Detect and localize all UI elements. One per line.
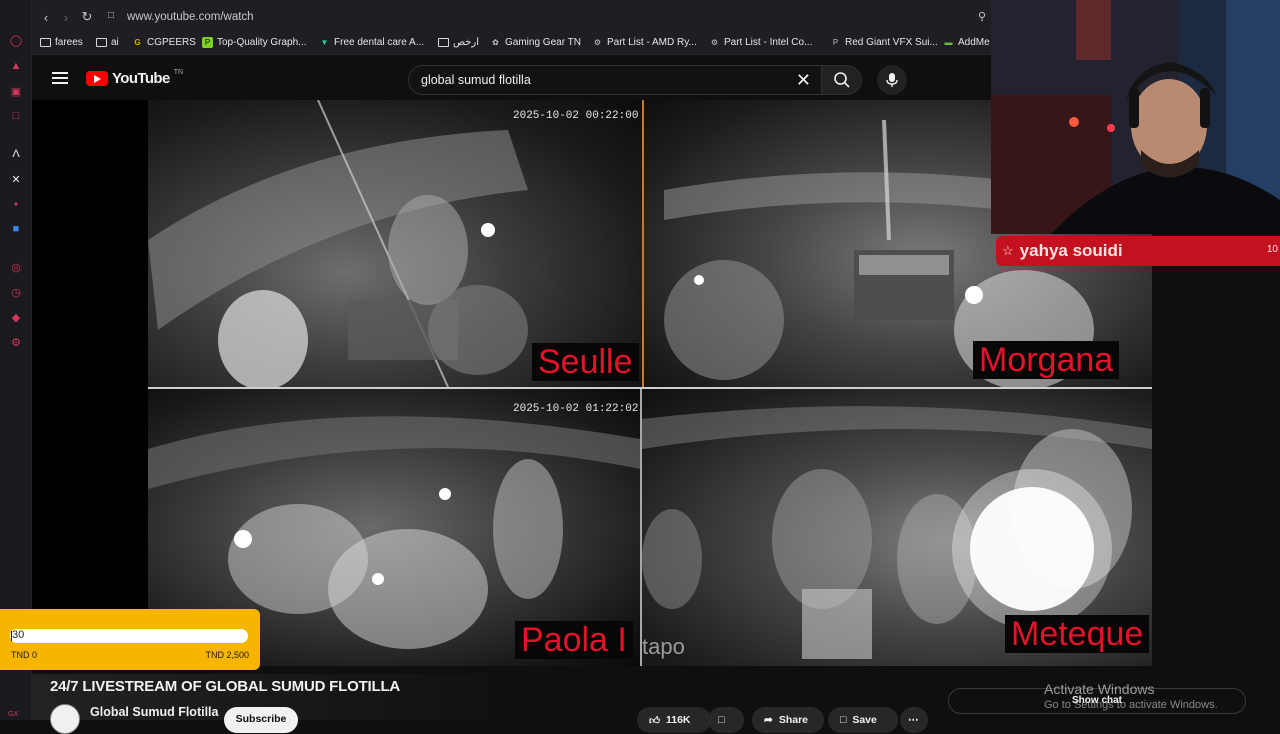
- youtube-header: YouTube TN global sumud flotilla ✕: [32, 56, 992, 100]
- subscribe-button[interactable]: Subscribe: [224, 707, 298, 733]
- video-player[interactable]: 2025-10-02 00:22:00 Seulle Morgana 2025-…: [32, 100, 1152, 666]
- save-button[interactable]: □ Save: [828, 707, 898, 733]
- search-input[interactable]: global sumud flotilla ✕: [408, 65, 822, 95]
- bookmark-arkhas[interactable]: ارخص: [438, 37, 479, 48]
- channel-name[interactable]: Global Sumud Flotilla: [90, 705, 218, 719]
- lock-icon: □: [108, 10, 115, 21]
- bookmark-top-quality[interactable]: P Top-Quality Graph...: [202, 37, 306, 48]
- streamer-webcam: [991, 0, 1280, 234]
- bookmark-cgpeers[interactable]: G CGPEERS: [132, 37, 196, 48]
- donation-goal-value: 30: [12, 629, 25, 641]
- green-site-icon: P: [202, 37, 213, 48]
- thumbs-down-icon: □: [718, 714, 725, 726]
- more-icon: ⋯: [908, 714, 919, 726]
- address-bar[interactable]: www.youtube.com/watch: [127, 11, 254, 23]
- microphone-icon: [886, 73, 898, 87]
- share-button[interactable]: ➦ Share: [752, 707, 824, 733]
- messenger-icon[interactable]: □: [8, 108, 24, 124]
- trophy-icon: ☆: [1002, 243, 1014, 258]
- folder-icon: [40, 38, 51, 47]
- reload-button[interactable]: ↻: [79, 9, 95, 25]
- letterbox-left: [32, 100, 148, 666]
- aria-icon[interactable]: ▲: [8, 58, 24, 74]
- games-icon[interactable]: ▣: [8, 83, 24, 99]
- bookmark-dental[interactable]: ▼ Free dental care A...: [319, 37, 425, 48]
- music-icon[interactable]: ◎: [8, 259, 24, 275]
- settings-icon[interactable]: ⚙: [8, 334, 24, 350]
- extensions-icon[interactable]: ◆: [8, 309, 24, 325]
- voice-search-button[interactable]: [877, 65, 907, 95]
- streamer-name-banner: ☆ yahya souidi 10: [996, 236, 1280, 266]
- boat-label-morgana: Morgana: [973, 341, 1120, 379]
- save-icon: □: [840, 714, 847, 726]
- back-button[interactable]: ‹: [38, 9, 54, 25]
- history-icon[interactable]: ◷: [8, 284, 24, 300]
- search-icon: [833, 72, 850, 88]
- menu-icon[interactable]: [52, 72, 68, 84]
- gear-site-icon: ✿: [492, 38, 499, 47]
- webcam-scene: [991, 0, 1280, 234]
- gx-logo-icon: GX: [8, 711, 19, 718]
- camera-timestamp: 2025-10-02 01:22:02: [513, 403, 639, 415]
- youtube-play-icon: [86, 71, 108, 86]
- p-icon: P: [832, 38, 839, 47]
- share-icon: ➦: [764, 714, 773, 726]
- bookmark-addme[interactable]: ▬ AddMe: [943, 37, 990, 48]
- camera-feed-seulle: 2025-10-02 00:22:00 Seulle: [148, 100, 642, 387]
- video-title: 24/7 LIVESTREAM OF GLOBAL SUMUD FLOTILLA: [50, 678, 401, 695]
- app-a-icon[interactable]: Λ: [8, 146, 24, 162]
- ublock-icon[interactable]: ●: [8, 196, 24, 212]
- addme-icon: ▬: [944, 38, 953, 47]
- teal-v-icon: ▼: [320, 38, 329, 47]
- donation-goal-max: TND 2,500: [205, 650, 249, 660]
- camera-feed-meteque: tapo Meteque: [642, 389, 1152, 666]
- folder-icon: [438, 38, 449, 47]
- folder-icon: [96, 38, 107, 47]
- more-actions-button[interactable]: ⋯: [900, 707, 928, 733]
- clear-search-icon[interactable]: ✕: [796, 70, 811, 91]
- youtube-logo[interactable]: YouTube TN: [86, 69, 183, 87]
- dislike-button[interactable]: □: [708, 707, 744, 733]
- cgpeers-icon: G: [134, 38, 141, 47]
- bitwarden-icon[interactable]: ■: [8, 221, 24, 237]
- bookmark-farees[interactable]: farees: [40, 37, 83, 48]
- donation-goal-min: TND 0: [11, 650, 38, 660]
- speed-dial-icon[interactable]: ◯: [8, 32, 24, 48]
- camera-timestamp: 2025-10-02 00:22:00: [513, 110, 639, 122]
- boat-label-seulle: Seulle: [532, 343, 639, 381]
- donation-goal-widget: 30 TND 0 TND 2,500: [0, 609, 260, 670]
- pin-icon[interactable]: ⚲: [978, 10, 986, 23]
- forward-button[interactable]: ›: [58, 9, 74, 25]
- x-twitter-icon[interactable]: ✕: [8, 171, 24, 187]
- boat-label-meteque: Meteque: [1005, 615, 1150, 653]
- bookmark-intel-part-list[interactable]: ⚙ Part List - Intel Co...: [709, 37, 812, 48]
- bookmark-ai[interactable]: ai: [96, 37, 119, 48]
- bookmark-red-giant[interactable]: P Red Giant VFX Sui...: [830, 37, 938, 48]
- channel-avatar[interactable]: [50, 704, 80, 734]
- bookmark-gaming-gear[interactable]: ✿ Gaming Gear TN: [490, 37, 581, 48]
- boat-label-paola: Paola I: [515, 621, 633, 659]
- search-button[interactable]: [822, 65, 862, 95]
- thumbs-up-icon: 👍︎: [649, 714, 660, 727]
- bookmark-amd-part-list[interactable]: ⚙ Part List - AMD Ry...: [592, 37, 697, 48]
- pcpartpicker-icon: ⚙: [710, 38, 719, 47]
- tapo-watermark: tapo: [642, 634, 685, 659]
- pcpartpicker-icon: ⚙: [593, 38, 602, 47]
- like-button[interactable]: 👍︎ 116K: [637, 707, 711, 733]
- donation-goal-bar: 30: [10, 629, 248, 643]
- windows-activation-watermark: Activate Windows Go to Settings to activ…: [1044, 681, 1218, 711]
